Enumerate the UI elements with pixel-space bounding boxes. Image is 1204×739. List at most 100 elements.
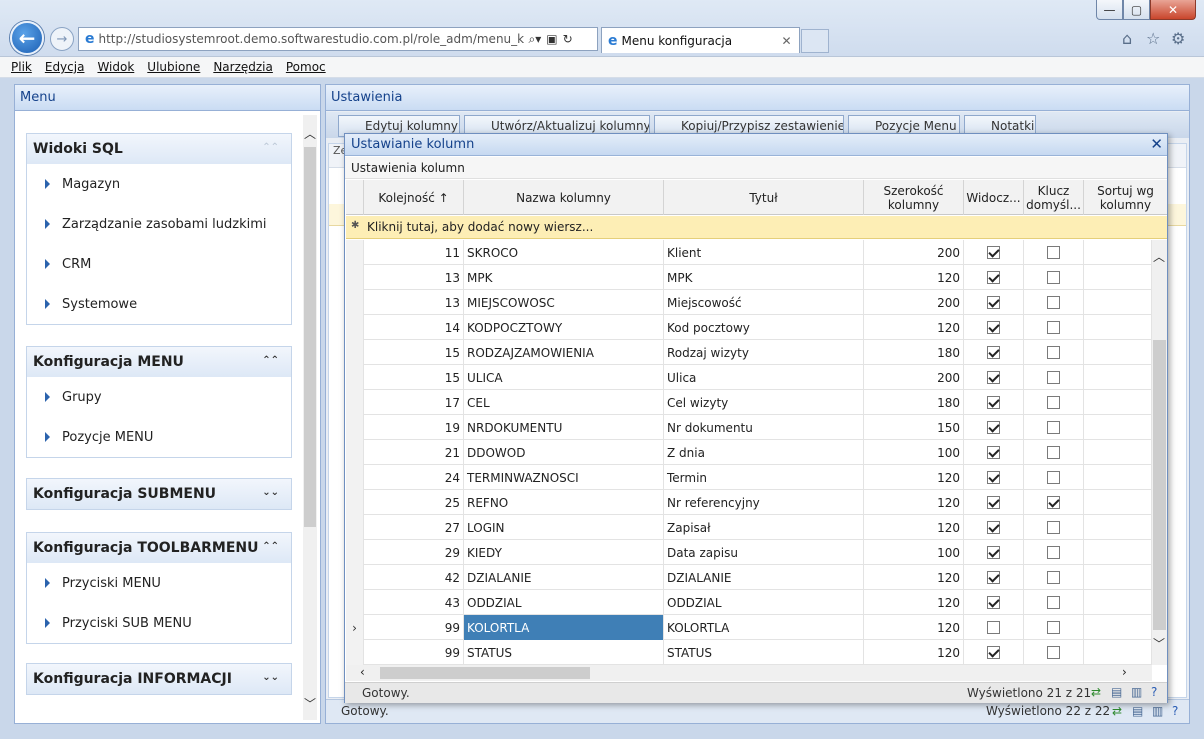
cell-sort[interactable] — [1084, 265, 1152, 290]
cell-width[interactable]: 120 — [864, 515, 964, 540]
cell-column-name[interactable]: RODZAJZAMOWIENIA — [464, 340, 664, 365]
refresh-icon[interactable]: ↻ — [563, 32, 573, 46]
cell-title[interactable]: Rodzaj wizyty — [664, 340, 864, 365]
cell-order[interactable]: 27 — [364, 515, 464, 540]
default-key-checkbox[interactable] — [1047, 371, 1060, 384]
grid-horizontal-scrollbar[interactable]: ‹ › — [346, 665, 1152, 681]
cell-column-name[interactable]: ULICA — [464, 365, 664, 390]
favorites-star-icon[interactable]: ☆ — [1146, 29, 1160, 48]
visible-checkbox[interactable] — [987, 246, 1000, 259]
col-header-name[interactable]: Nazwa kolumny — [464, 180, 664, 215]
expand-icon[interactable]: ⌄⌄ — [262, 672, 279, 683]
compat-icon[interactable]: ▣ — [546, 32, 557, 46]
dialog-close-icon[interactable]: ✕ — [1150, 135, 1163, 153]
cell-width[interactable]: 200 — [864, 365, 964, 390]
cell-column-name[interactable]: DZIALANIE — [464, 565, 664, 590]
cell-order[interactable]: 15 — [364, 365, 464, 390]
row-selector[interactable] — [346, 415, 364, 440]
section-header[interactable]: Konfiguracja SUBMENU ⌄⌄ — [27, 479, 291, 509]
visible-checkbox[interactable] — [987, 346, 1000, 359]
cell-order[interactable]: 17 — [364, 390, 464, 415]
default-key-checkbox[interactable] — [1047, 521, 1060, 534]
cell-width[interactable]: 180 — [864, 340, 964, 365]
grid-horizontal-thumb[interactable] — [380, 667, 590, 679]
collapse-icon[interactable]: ⌃⌃ — [262, 355, 279, 366]
cell-order[interactable]: 13 — [364, 265, 464, 290]
grid-vertical-scrollbar[interactable]: ︿ ﹀ — [1152, 240, 1167, 665]
cell-column-name[interactable]: MIEJSCOWOSC — [464, 290, 664, 315]
cell-title[interactable]: Cel wizyty — [664, 390, 864, 415]
table-row[interactable]: 29 KIEDY Data zapisu 100 — [346, 540, 1152, 565]
add-new-row[interactable]: ✱ Kliknij tutaj, aby dodać nowy wiersz..… — [346, 216, 1167, 239]
cell-order[interactable]: 21 — [364, 440, 464, 465]
row-selector[interactable] — [346, 365, 364, 390]
visible-checkbox[interactable] — [987, 271, 1000, 284]
cell-title[interactable]: ODDZIAL — [664, 590, 864, 615]
row-selector[interactable] — [346, 540, 364, 565]
address-url[interactable]: http://studiosystemroot.demo.softwarestu… — [99, 32, 524, 46]
cell-column-name[interactable]: NRDOKUMENTU — [464, 415, 664, 440]
visible-checkbox[interactable] — [987, 496, 1000, 509]
cell-sort[interactable] — [1084, 490, 1152, 515]
cell-title[interactable]: DZIALANIE — [664, 565, 864, 590]
maximize-button[interactable]: ▢ — [1123, 0, 1150, 20]
row-selector[interactable] — [346, 290, 364, 315]
left-scrollbar[interactable]: ︿ ﹀ — [303, 115, 317, 720]
left-scroll-thumb[interactable] — [304, 147, 316, 527]
cell-width[interactable]: 120 — [864, 590, 964, 615]
cell-title[interactable]: Klient — [664, 240, 864, 265]
scroll-down-icon[interactable]: ﹀ — [303, 695, 317, 712]
cell-order[interactable]: 43 — [364, 590, 464, 615]
menu-ulubione[interactable]: Ulubione — [147, 60, 200, 74]
row-selector[interactable] — [346, 440, 364, 465]
table-row[interactable]: 21 DDOWOD Z dnia 100 — [346, 440, 1152, 465]
default-key-checkbox[interactable] — [1047, 571, 1060, 584]
cell-width[interactable]: 100 — [864, 540, 964, 565]
section-header[interactable]: Konfiguracja TOOLBARMENU ⌃⌃ — [27, 533, 291, 563]
cell-order[interactable]: 24 — [364, 465, 464, 490]
export-icon[interactable]: ▤ — [1132, 704, 1143, 718]
scroll-down-icon[interactable]: ﹀ — [1152, 635, 1166, 652]
menu-link-magazyn[interactable]: Magazyn — [27, 164, 291, 204]
section-header[interactable]: Konfiguracja MENU ⌃⌃ — [27, 347, 291, 377]
menu-link-grupy[interactable]: Grupy — [27, 377, 291, 417]
cell-column-name[interactable]: REFNO — [464, 490, 664, 515]
menu-link-systemowe[interactable]: Systemowe — [27, 284, 291, 324]
cell-width[interactable]: 150 — [864, 415, 964, 440]
table-row[interactable]: 19 NRDOKUMENTU Nr dokumentu 150 — [346, 415, 1152, 440]
cell-column-name[interactable]: KODPOCZTOWY — [464, 315, 664, 340]
cell-title[interactable]: Termin — [664, 465, 864, 490]
scroll-up-icon[interactable]: ︿ — [303, 125, 317, 142]
row-selector[interactable] — [346, 315, 364, 340]
cell-sort[interactable] — [1084, 290, 1152, 315]
cell-sort[interactable] — [1084, 415, 1152, 440]
minimize-button[interactable]: — — [1096, 0, 1123, 20]
cell-title[interactable]: MPK — [664, 265, 864, 290]
row-selector[interactable] — [346, 565, 364, 590]
section-header[interactable]: Widoki SQL ⌃⌃ — [27, 134, 291, 164]
collapse-icon[interactable]: ⌃⌃ — [262, 142, 279, 153]
cell-order[interactable]: 42 — [364, 565, 464, 590]
export-icon[interactable]: ▤ — [1111, 685, 1122, 699]
visible-checkbox[interactable] — [987, 321, 1000, 334]
default-key-checkbox[interactable] — [1047, 646, 1060, 659]
cell-order[interactable]: 99 — [364, 615, 464, 640]
cell-order[interactable]: 13 — [364, 290, 464, 315]
default-key-checkbox[interactable] — [1047, 546, 1060, 559]
default-key-checkbox[interactable] — [1047, 471, 1060, 484]
menu-narzedzia[interactable]: Narzędzia — [213, 60, 273, 74]
address-bar[interactable]: e http://studiosystemroot.demo.softwares… — [78, 27, 598, 51]
close-window-button[interactable]: ✕ — [1150, 0, 1196, 20]
visible-checkbox[interactable] — [987, 421, 1000, 434]
row-selector[interactable] — [346, 465, 364, 490]
row-selector[interactable] — [346, 590, 364, 615]
cell-width[interactable]: 120 — [864, 490, 964, 515]
menu-pomoc[interactable]: Pomoc — [286, 60, 326, 74]
cell-column-name[interactable]: CEL — [464, 390, 664, 415]
default-key-checkbox[interactable] — [1047, 346, 1060, 359]
visible-checkbox[interactable] — [987, 621, 1000, 634]
visible-checkbox[interactable] — [987, 396, 1000, 409]
menu-link-przyciski-menu[interactable]: Przyciski MENU — [27, 563, 291, 603]
scroll-up-icon[interactable]: ︿ — [1152, 248, 1166, 265]
cell-title[interactable]: Ulica — [664, 365, 864, 390]
